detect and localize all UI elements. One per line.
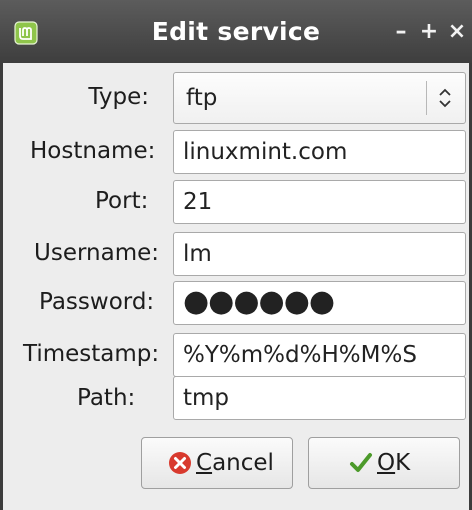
minimize-button[interactable]: – (390, 21, 412, 43)
ok-button[interactable]: OK (308, 437, 460, 489)
hostname-label: Hostname: (30, 138, 156, 164)
green-checkmark-icon (350, 453, 372, 472)
cancel-label-rest: ancel (212, 450, 274, 476)
close-button[interactable]: × (446, 21, 468, 43)
username-input[interactable]: lm (173, 232, 466, 276)
type-combobox[interactable]: ftp (173, 72, 466, 124)
maximize-button[interactable]: + (418, 21, 440, 43)
ok-label-rest: K (395, 450, 411, 476)
red-x-circle-icon (169, 452, 191, 474)
path-input[interactable]: tmp (173, 376, 466, 420)
ok-label: OK (377, 438, 410, 488)
path-label: Path: (77, 385, 136, 411)
password-input[interactable]: ●●●●●● (173, 281, 466, 325)
port-input[interactable]: 21 (173, 180, 466, 224)
type-label: Type: (88, 84, 149, 110)
ok-mnemonic: O (377, 450, 396, 476)
port-label: Port: (95, 188, 149, 214)
username-label: Username: (34, 240, 159, 266)
timestamp-input[interactable]: %Y%m%d%H%M%S (173, 333, 466, 377)
cancel-mnemonic: C (196, 450, 213, 476)
combo-separator (426, 81, 427, 115)
title-bar[interactable]: Edit service – + × (0, 0, 472, 63)
password-label: Password: (39, 289, 155, 315)
hostname-input[interactable]: linuxmint.com (173, 130, 466, 174)
type-selected-value: ftp (186, 85, 218, 111)
cancel-label: Cancel (196, 438, 274, 488)
timestamp-label: Timestamp: (23, 341, 160, 367)
edit-service-dialog: Edit service – + × Type: ftp Hostname: l… (0, 0, 472, 510)
cancel-button[interactable]: Cancel (141, 437, 293, 489)
up-down-arrows-icon[interactable] (437, 87, 453, 109)
